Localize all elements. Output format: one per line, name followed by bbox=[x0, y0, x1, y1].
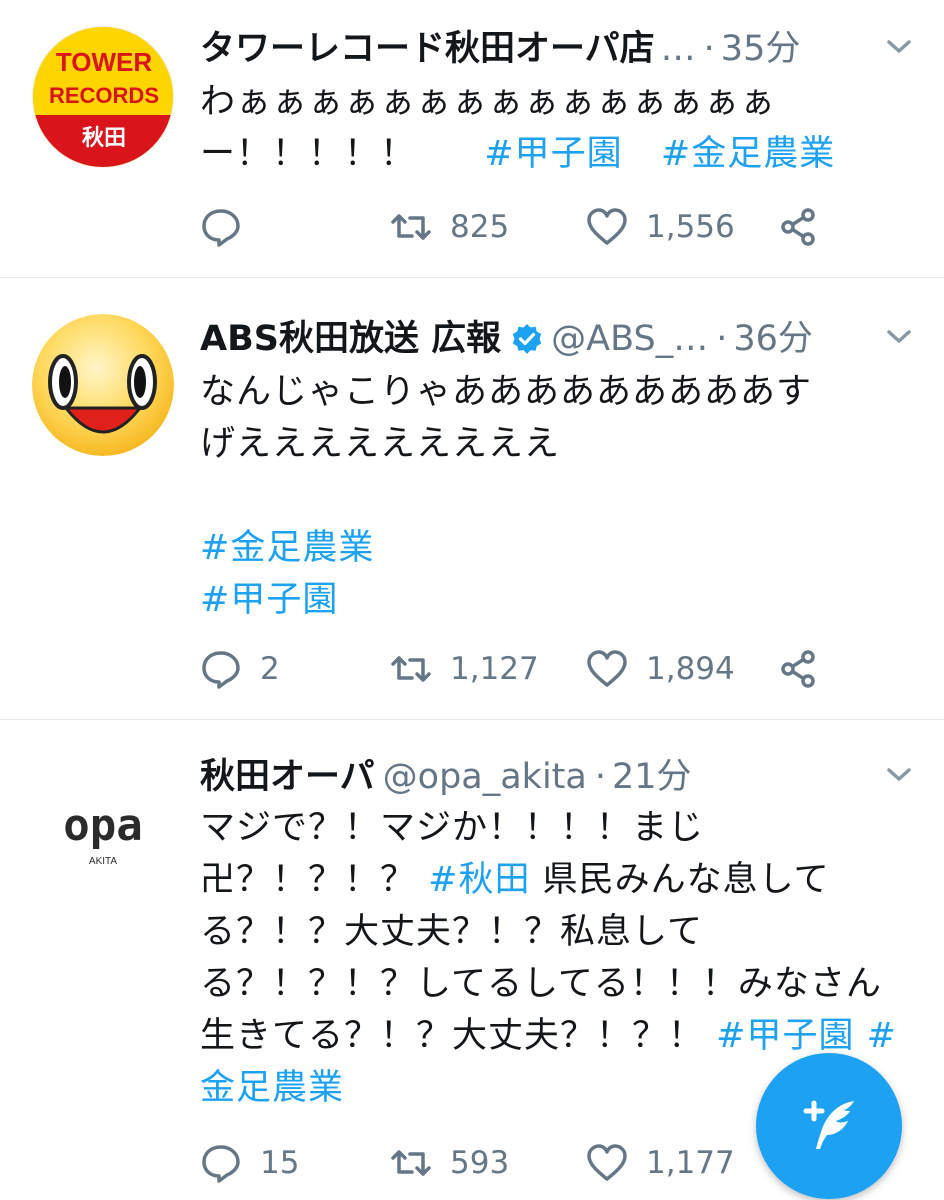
tweet-body-line: なんじゃこりゃあああああああああす bbox=[200, 372, 813, 412]
chevron-down-icon[interactable] bbox=[884, 36, 914, 58]
reply-icon bbox=[202, 209, 240, 247]
avatar-abs-akita[interactable] bbox=[32, 314, 174, 456]
retweet-button[interactable]: 825 bbox=[390, 202, 509, 252]
tower-records-logo-line3: 秋田 bbox=[82, 126, 126, 151]
hashtag-link[interactable]: #甲子園 bbox=[484, 134, 622, 174]
retweet-icon bbox=[391, 1150, 431, 1176]
share-button[interactable] bbox=[778, 644, 820, 694]
reply-count: 2 bbox=[260, 651, 280, 687]
reply-button[interactable] bbox=[200, 202, 260, 252]
reply-icon bbox=[202, 651, 240, 689]
like-button[interactable]: 1,556 bbox=[586, 202, 735, 252]
display-name[interactable]: タワーレコード秋田オーパ店 bbox=[200, 26, 655, 72]
reply-count: 15 bbox=[260, 1145, 300, 1181]
display-name[interactable]: 秋田オーパ bbox=[200, 754, 375, 800]
share-icon bbox=[781, 650, 815, 688]
timestamp[interactable]: 35分 bbox=[721, 26, 801, 72]
hashtag-link[interactable]: #秋田 bbox=[428, 860, 530, 900]
share-button[interactable] bbox=[778, 202, 820, 252]
tweet-text: わぁぁぁぁぁぁぁぁぁぁぁぁぁぁぁー！！！！！ #甲子園 #金足農業 bbox=[200, 76, 914, 180]
compose-tweet-icon bbox=[803, 1100, 854, 1149]
retweet-button[interactable]: 1,127 bbox=[390, 644, 539, 694]
chevron-down-icon[interactable] bbox=[884, 764, 914, 786]
reply-button[interactable]: 2 bbox=[200, 644, 280, 694]
like-button[interactable]: 1,177 bbox=[586, 1138, 735, 1188]
retweet-button[interactable]: 593 bbox=[390, 1138, 509, 1188]
tweet-abs-akita[interactable]: ABS秋田放送 広報 @ABS_… · 36分 なんじゃこりゃあああああああああ… bbox=[0, 278, 944, 720]
retweet-count: 825 bbox=[450, 209, 510, 245]
hashtag-link[interactable]: #甲子園 bbox=[200, 574, 914, 626]
chevron-down-icon[interactable] bbox=[884, 326, 914, 348]
compose-tweet-button[interactable] bbox=[756, 1053, 902, 1199]
like-count: 1,556 bbox=[646, 209, 735, 245]
timestamp[interactable]: 21分 bbox=[612, 754, 692, 800]
handle[interactable]: @ABS_… bbox=[551, 316, 708, 362]
retweet-count: 593 bbox=[450, 1145, 510, 1181]
avatar-tower-records[interactable]: TOWER RECORDS 秋田 bbox=[32, 26, 174, 168]
retweet-icon bbox=[391, 214, 431, 240]
tower-records-logo-line2: RECORDS bbox=[49, 83, 159, 108]
heart-icon bbox=[587, 208, 627, 245]
verified-badge-icon bbox=[512, 324, 542, 354]
avatar-opa-akita[interactable]: opa AKITA bbox=[32, 756, 174, 898]
tower-records-logo-line1: TOWER bbox=[56, 47, 153, 77]
handle[interactable]: @opa_akita bbox=[383, 754, 587, 800]
share-icon bbox=[781, 208, 815, 246]
tweet-tower-records[interactable]: TOWER RECORDS 秋田 タワーレコード秋田オーパ店 … · 35分 わ… bbox=[0, 0, 944, 278]
reply-icon bbox=[202, 1145, 240, 1183]
heart-icon bbox=[587, 650, 627, 687]
display-name[interactable]: ABS秋田放送 広報 bbox=[200, 316, 501, 362]
tweet-text: なんじゃこりゃあああああああああす げえええええええええ #金足農業 #甲子園 bbox=[200, 366, 914, 626]
retweet-count: 1,127 bbox=[450, 651, 539, 687]
separator-dot: · bbox=[703, 29, 715, 69]
tweet-body-line: げえええええええええ bbox=[200, 424, 561, 464]
timestamp[interactable]: 36分 bbox=[733, 316, 813, 362]
hashtag-link[interactable]: #金足農業 bbox=[200, 522, 914, 574]
like-count: 1,177 bbox=[646, 1145, 735, 1181]
like-button[interactable]: 1,894 bbox=[586, 644, 735, 694]
opa-logo-text: opa bbox=[63, 800, 142, 851]
heart-icon bbox=[587, 1144, 627, 1181]
separator-dot: · bbox=[716, 319, 728, 359]
handle-truncated[interactable]: … bbox=[661, 26, 696, 72]
retweet-icon bbox=[391, 656, 431, 682]
hashtag-link[interactable]: #金足農業 bbox=[661, 134, 835, 174]
separator-dot: · bbox=[594, 757, 606, 797]
like-count: 1,894 bbox=[646, 651, 735, 687]
opa-logo-subtext: AKITA bbox=[89, 856, 117, 867]
reply-button[interactable]: 15 bbox=[200, 1138, 299, 1188]
hashtag-link[interactable]: #甲子園 bbox=[716, 1016, 854, 1056]
